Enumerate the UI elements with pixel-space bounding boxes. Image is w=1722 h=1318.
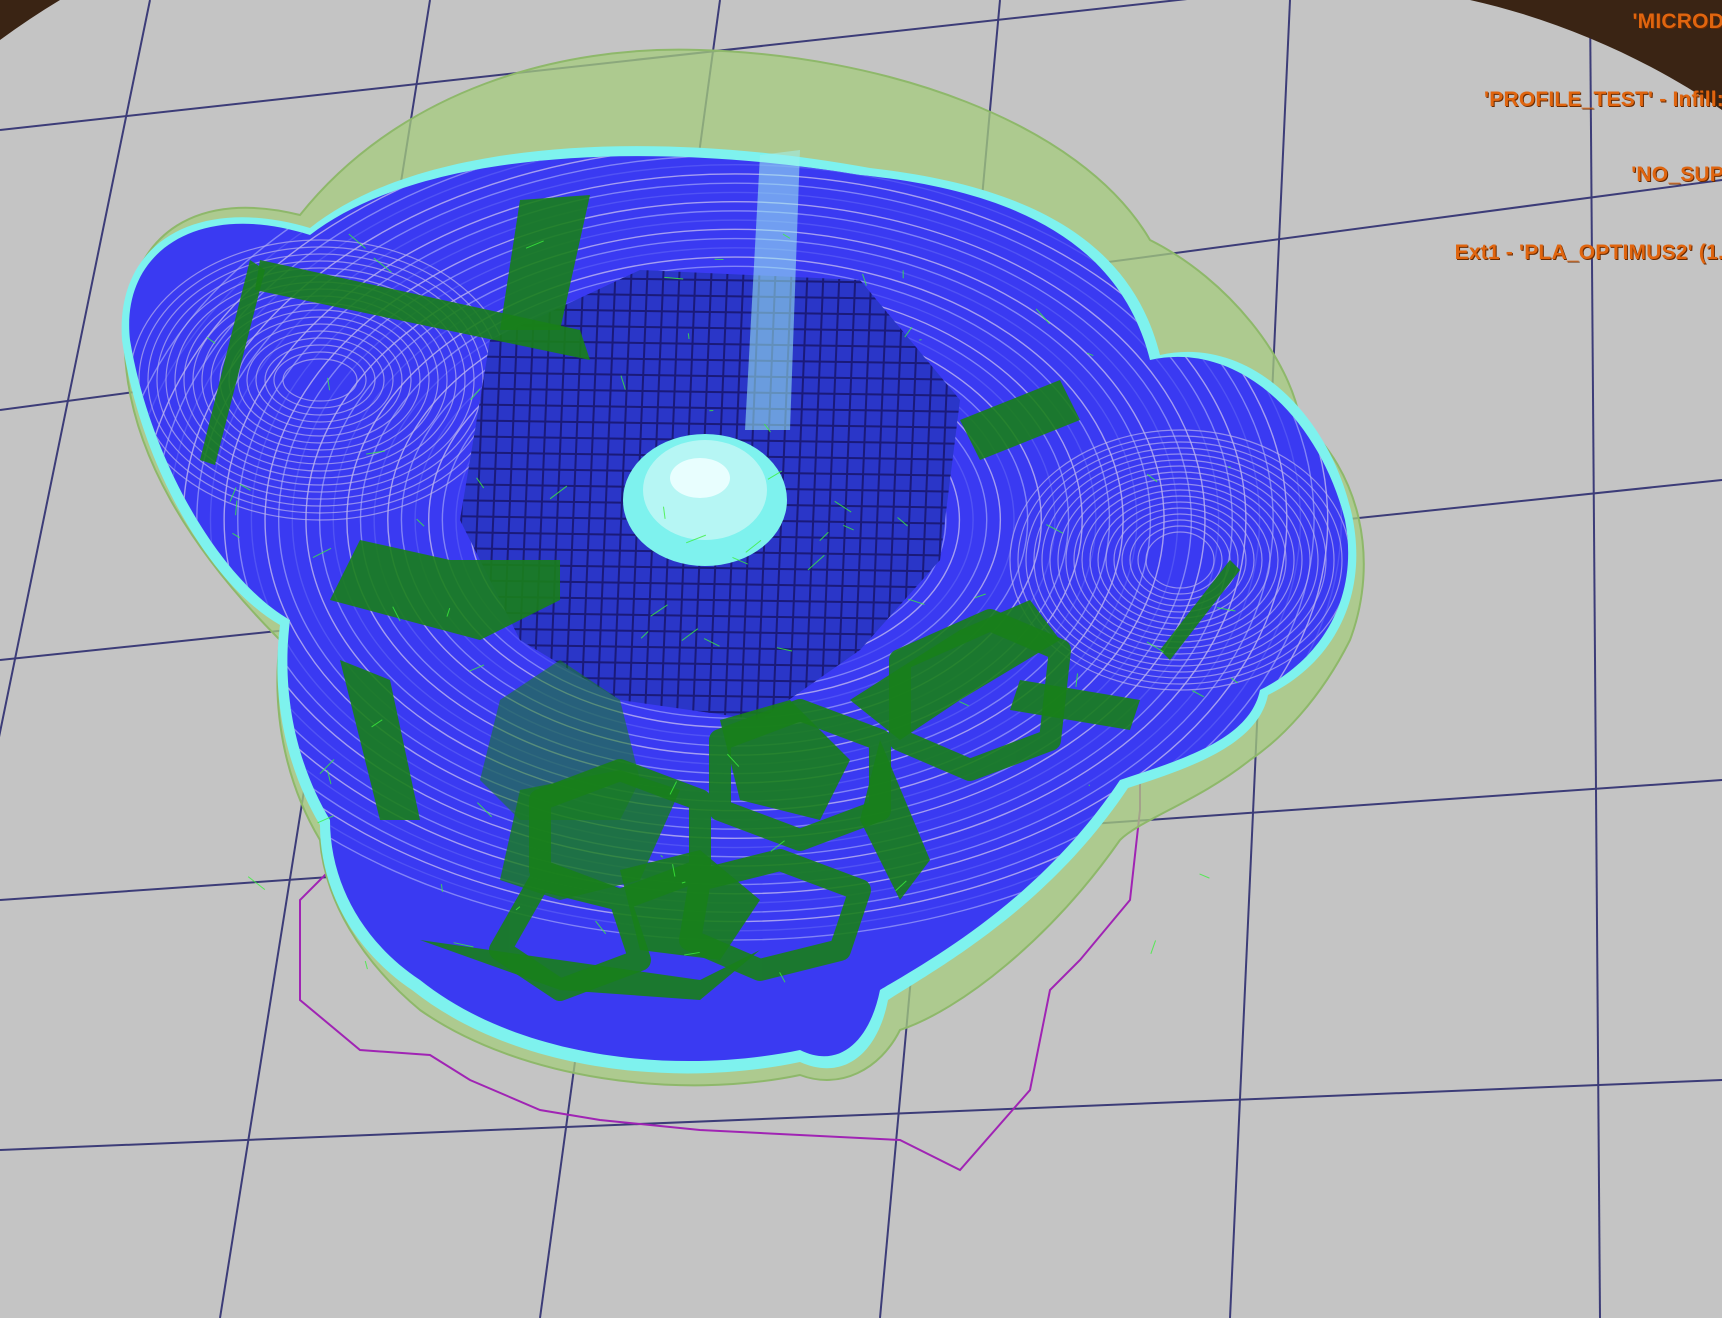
grid-line xyxy=(0,0,151,738)
fine-line xyxy=(1199,873,1210,879)
fine-line xyxy=(1150,940,1157,955)
top-cap xyxy=(623,434,787,566)
info-extruder-label: Ext1 - 'PLA_OPTIMUS2' (1. xyxy=(1454,241,1722,264)
grid-line xyxy=(0,1079,1722,1151)
info-profile-label: 'PROFILE_TEST' - Infill: xyxy=(1484,88,1722,111)
fine-line xyxy=(1088,784,1091,787)
fine-line xyxy=(364,960,368,970)
fine-line xyxy=(687,333,690,340)
gcode-preview-viewport[interactable]: 'MICROD 'PROFILE_TEST' - Infill: 'NO_SUP… xyxy=(0,0,1722,1318)
build-plate-edge xyxy=(0,0,60,40)
info-machine-label: 'MICROD xyxy=(1632,10,1722,33)
info-support-label: 'NO_SUP xyxy=(1631,163,1722,186)
toolpath-scene[interactable] xyxy=(0,0,1722,1318)
